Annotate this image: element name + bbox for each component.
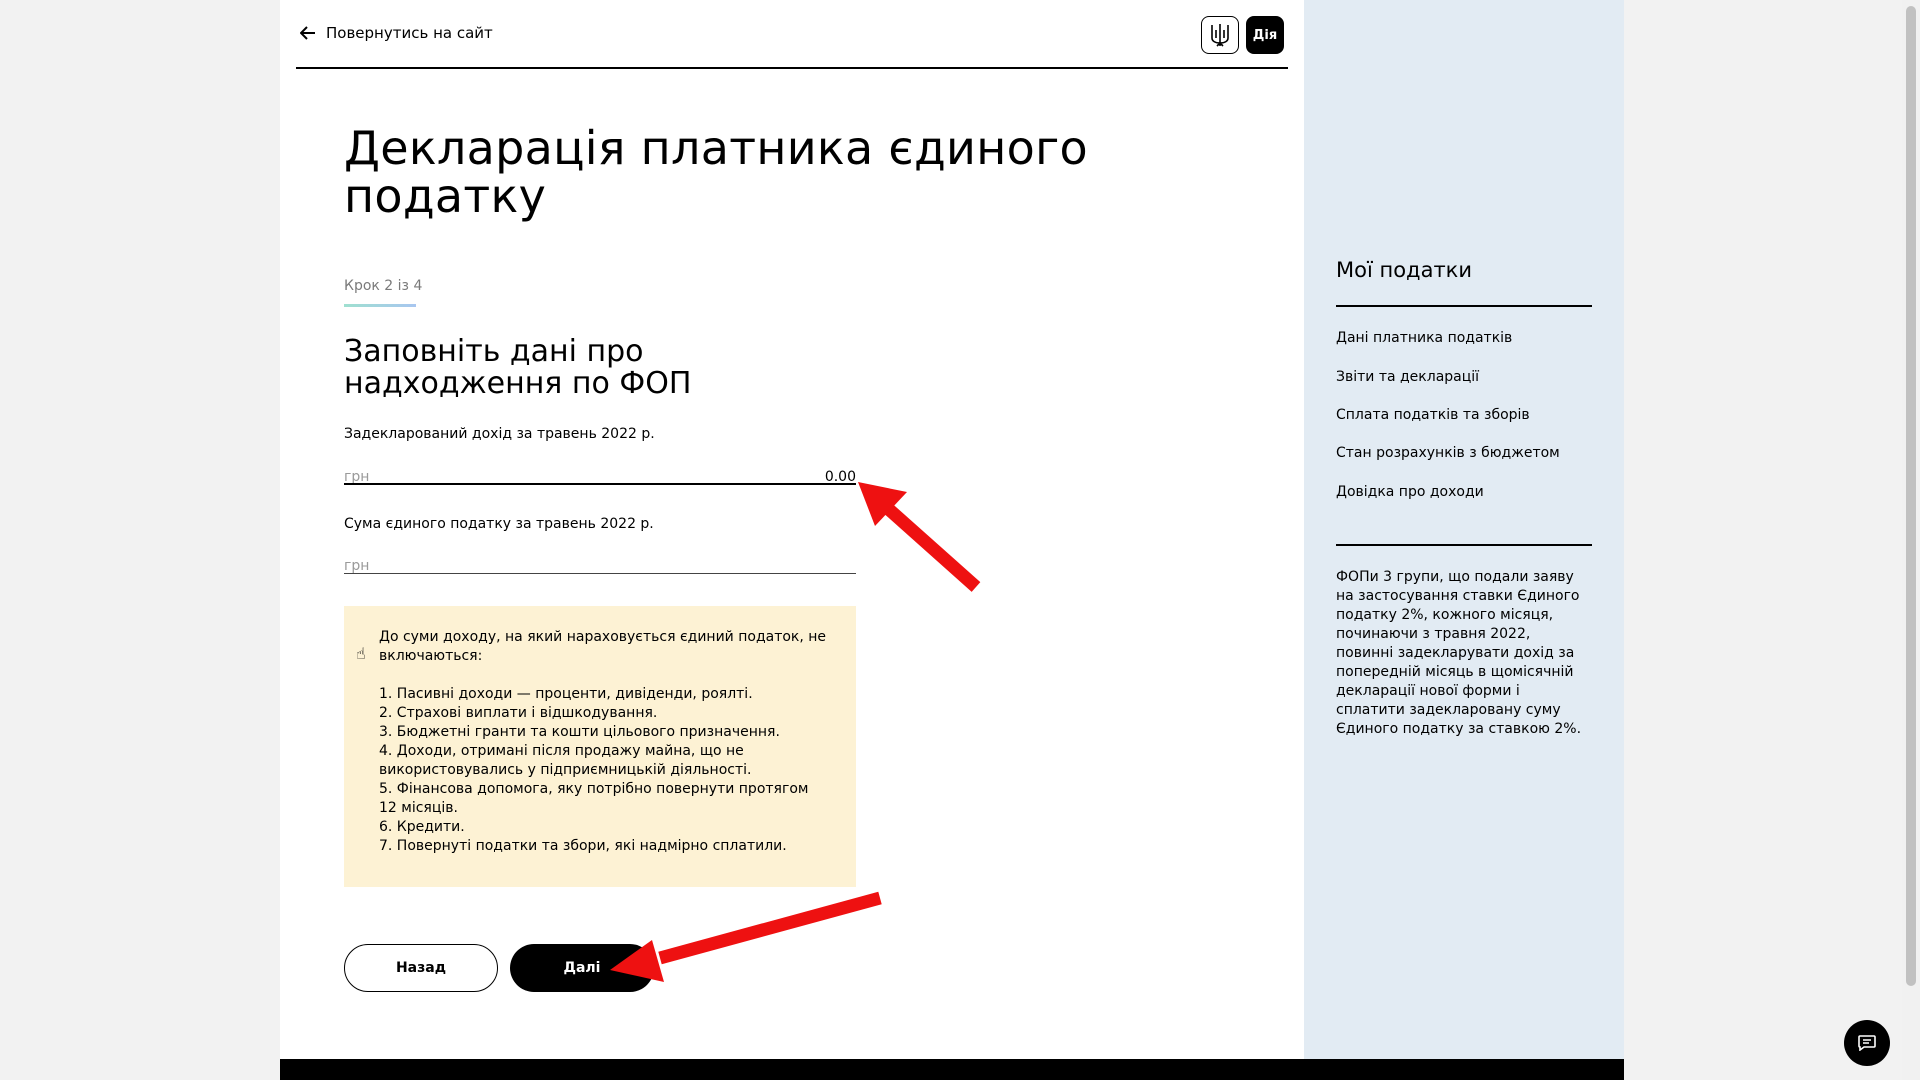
chat-icon	[1858, 1035, 1876, 1051]
info-item: 7. Повернуті податки та збори, які надмі…	[379, 838, 787, 854]
next-button[interactable]: Далі	[510, 944, 654, 992]
tax-label: Сума єдиного податку за травень 2022 р.	[344, 516, 654, 532]
info-box: ☝ До суми доходу, на який нараховується …	[344, 606, 856, 887]
section-title: Заповніть дані про надходження по ФОП	[344, 334, 692, 401]
footer-bar	[280, 1059, 1624, 1080]
income-input-underline	[344, 483, 856, 485]
sidebar-panel	[1304, 0, 1624, 1059]
info-item: 5. Фінансова допомога, яку потрібно пове…	[379, 781, 809, 816]
info-intro: До суми доходу, на який нараховується єд…	[379, 629, 827, 664]
arrow-left-icon	[300, 26, 315, 40]
header-divider	[296, 67, 1288, 69]
diia-logo[interactable]: Дія	[1246, 16, 1284, 54]
info-item: 4. Доходи, отримані після продажу майна,…	[379, 743, 752, 778]
info-item: 6. Кредити.	[379, 819, 465, 835]
chat-button[interactable]	[1844, 1020, 1890, 1066]
tax-unit: грн	[344, 558, 370, 574]
tax-input-underline	[344, 573, 856, 574]
scrollbar-thumb[interactable]	[1906, 6, 1916, 986]
page-title: Декларація платника єдиного податку	[344, 121, 1088, 223]
income-input[interactable]: грн 0.00	[344, 459, 856, 485]
sidebar-link-budget-status[interactable]: Стан розрахунків з бюджетом	[1336, 445, 1560, 461]
tax-input[interactable]: грн	[344, 548, 856, 574]
sidebar-divider-bottom	[1336, 544, 1592, 546]
step-indicator: Крок 2 із 4	[344, 278, 423, 294]
scrollbar[interactable]	[1902, 0, 1920, 1080]
sidebar-link-payments[interactable]: Сплата податків та зборів	[1336, 407, 1530, 423]
sidebar-link-income-certificate[interactable]: Довідка про доходи	[1336, 484, 1484, 500]
sidebar-note: ФОПи 3 групи, що подали заяву на застосу…	[1336, 569, 1582, 737]
income-label: Задекларований дохід за травень 2022 р.	[344, 426, 655, 442]
sidebar-link-payer-data[interactable]: Дані платника податків	[1336, 330, 1512, 346]
info-item: 1. Пасивні доходи — проценти, дивіденди,…	[379, 686, 753, 702]
back-button[interactable]: Назад	[344, 944, 498, 992]
info-item: 3. Бюджетні гранти та кошти цільового пр…	[379, 724, 780, 740]
step-progress-line	[344, 304, 416, 307]
back-to-site-label: Повернутись на сайт	[326, 24, 493, 42]
info-item: 2. Страхові виплати і відшкодування.	[379, 705, 658, 721]
sidebar-title: Мої податки	[1336, 258, 1473, 282]
trident-logo-icon[interactable]	[1201, 16, 1239, 54]
info-list: 1. Пасивні доходи — проценти, дивіденди,…	[379, 685, 829, 856]
back-to-site-link[interactable]: Повернутись на сайт	[300, 24, 493, 42]
sidebar-link-reports[interactable]: Звіти та декларації	[1336, 369, 1479, 385]
sidebar-divider-top	[1336, 305, 1592, 307]
pointing-hand-icon: ☝	[356, 644, 366, 663]
